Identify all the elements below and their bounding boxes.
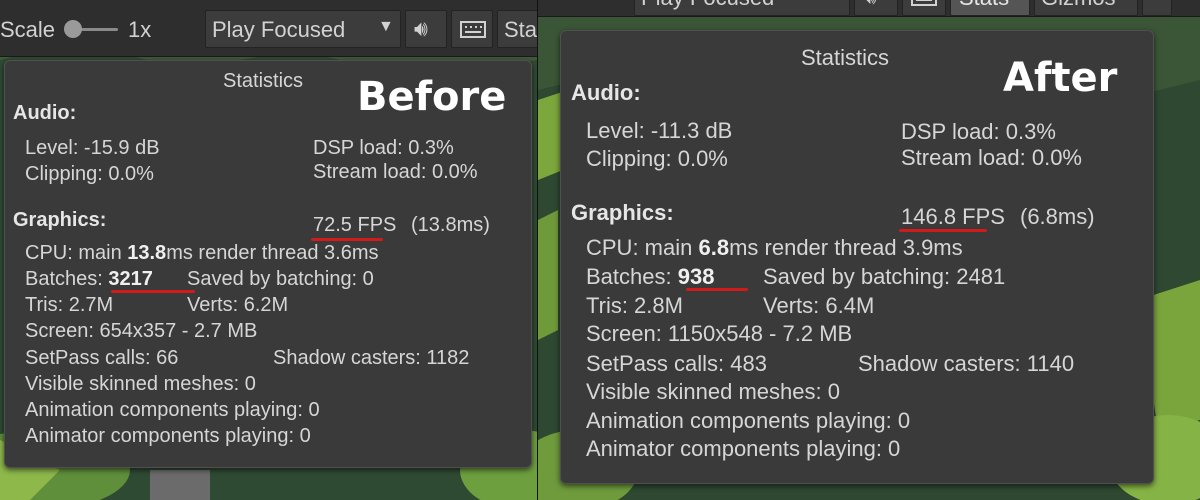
speaker-icon: 🔊︎: [863, 0, 877, 10]
chevron-down-icon: ▼: [1150, 0, 1166, 4]
scale-slider-handle[interactable]: [64, 20, 82, 38]
audio-header: Audio:: [571, 80, 641, 105]
graphics-header: Graphics:: [13, 209, 107, 231]
shortcuts-button[interactable]: [902, 0, 946, 16]
visible-skinned-meshes: Visible skinned meshes: 0: [25, 373, 256, 395]
panel-title: Statistics: [223, 70, 304, 92]
keyboard-icon: [911, 0, 937, 6]
tris-stat: Tris: 2.7M: [25, 294, 114, 316]
verts-stat: Verts: 6.2M: [187, 294, 289, 316]
panel-title: Statistics: [801, 45, 890, 70]
scale-value: 1x: [128, 17, 152, 42]
stream-load: Stream load: 0.0%: [313, 161, 478, 183]
verts-stat: Verts: 6.4M: [763, 293, 875, 318]
batches-highlight-underline: [111, 290, 195, 293]
batches-stat: Batches: 938: [586, 264, 714, 290]
fps-value: 72.5 FPS: [313, 214, 397, 236]
gizmos-label: Gizmos: [1041, 0, 1116, 11]
stream-load: Stream load: 0.0%: [901, 145, 1082, 170]
stats-toggle-label: Sta: [504, 17, 537, 42]
audio-level: Level: -11.3 dB: [586, 118, 733, 143]
animation-components: Animation components playing: 0: [25, 399, 320, 421]
cpu-prefix: CPU: main: [25, 242, 128, 264]
gizmos-menu-button[interactable]: ▼: [1142, 0, 1172, 16]
setpass-calls: SetPass calls: 66: [25, 347, 179, 369]
stats-toggle-button[interactable]: Stats: [950, 0, 1030, 16]
fps-highlight-underline: [899, 229, 987, 232]
chevron-down-icon: ▼: [378, 18, 394, 35]
speaker-icon: 🔊︎: [414, 16, 428, 41]
game-view-toolbar: Play Focused ▼ 🔊︎ Stats Gizmos ▼: [538, 0, 1200, 17]
before-caption: Before: [357, 74, 507, 120]
scale-label: Scale: [0, 17, 56, 42]
mute-audio-button[interactable]: 🔊︎: [405, 10, 447, 48]
shortcuts-button[interactable]: [451, 10, 493, 48]
fps-highlight-underline: [311, 238, 383, 241]
play-mode-dropdown[interactable]: Play Focused ▼: [634, 0, 850, 16]
stats-toggle-label: Stats: [959, 0, 1009, 11]
audio-clipping: Clipping: 0.0%: [25, 163, 154, 185]
after-game-view: Play Focused ▼ 🔊︎ Stats Gizmos ▼ Statist…: [538, 0, 1200, 500]
batches-value: 3217: [108, 268, 153, 290]
play-mode-dropdown[interactable]: Play Focused ▼: [205, 10, 401, 48]
setpass-calls: SetPass calls: 483: [586, 351, 767, 376]
play-mode-label: Play Focused: [212, 17, 346, 42]
tris-stat: Tris: 2.8M: [586, 293, 683, 318]
animation-components: Animation components playing: 0: [586, 408, 911, 433]
audio-clipping: Clipping: 0.0%: [586, 146, 728, 171]
statistics-panel: Statistics Audio: Level: -15.9 dB Clippi…: [4, 60, 532, 468]
stats-toggle-button[interactable]: Sta: [497, 10, 537, 48]
animator-components: Animator components playing: 0: [25, 425, 311, 447]
cpu-stats: CPU: main 13.8ms render thread 3.6ms: [25, 242, 379, 265]
cpu-prefix: CPU: main: [586, 235, 699, 260]
animator-components: Animator components playing: 0: [586, 436, 901, 461]
after-caption: After: [1003, 55, 1118, 101]
audio-header: Audio:: [13, 102, 77, 124]
cpu-suffix: ms render thread 3.6ms: [166, 242, 379, 264]
batches-value: 938: [677, 264, 715, 289]
shadow-casters: Shadow casters: 1140: [858, 351, 1075, 376]
fps-value: 146.8 FPS: [901, 204, 1005, 229]
dsp-load: DSP load: 0.3%: [901, 119, 1056, 144]
play-mode-label: Play Focused: [641, 0, 774, 11]
chevron-down-icon: ▼: [825, 0, 841, 4]
batches-highlight-underline: [686, 288, 748, 291]
cpu-suffix: ms render thread 3.9ms: [729, 235, 963, 260]
screen-stat: Screen: 654x357 - 2.7 MB: [25, 320, 258, 342]
keyboard-icon: [460, 21, 486, 38]
cpu-main-time: 13.8: [127, 242, 167, 264]
cpu-stats: CPU: main 6.8ms render thread 3.9ms: [586, 235, 963, 261]
screen-stat: Screen: 1150x548 - 7.2 MB: [586, 321, 853, 346]
graphics-header: Graphics:: [571, 200, 674, 225]
gizmos-button[interactable]: Gizmos: [1034, 0, 1138, 16]
cpu-main-time: 6.8: [698, 235, 730, 260]
saved-by-batching: Saved by batching: 2481: [763, 264, 1006, 289]
shadow-casters: Shadow casters: 1182: [273, 347, 470, 369]
fps-frame-time: (13.8ms): [411, 214, 490, 236]
batches-prefix: Batches:: [25, 268, 109, 290]
batches-prefix: Batches:: [586, 264, 678, 289]
before-game-view: Scale 1x Play Focused ▼ 🔊︎ Sta Statistic…: [0, 0, 537, 500]
saved-by-batching: Saved by batching: 0: [187, 268, 374, 290]
fps-frame-time: (6.8ms): [1020, 204, 1095, 229]
visible-skinned-meshes: Visible skinned meshes: 0: [586, 379, 840, 404]
audio-level: Level: -15.9 dB: [25, 137, 160, 159]
batches-stat: Batches: 3217: [25, 268, 153, 291]
game-view-toolbar: Scale 1x Play Focused ▼ 🔊︎ Sta: [0, 0, 537, 57]
dsp-load: DSP load: 0.3%: [313, 137, 454, 159]
mute-audio-button[interactable]: 🔊︎: [854, 0, 898, 16]
